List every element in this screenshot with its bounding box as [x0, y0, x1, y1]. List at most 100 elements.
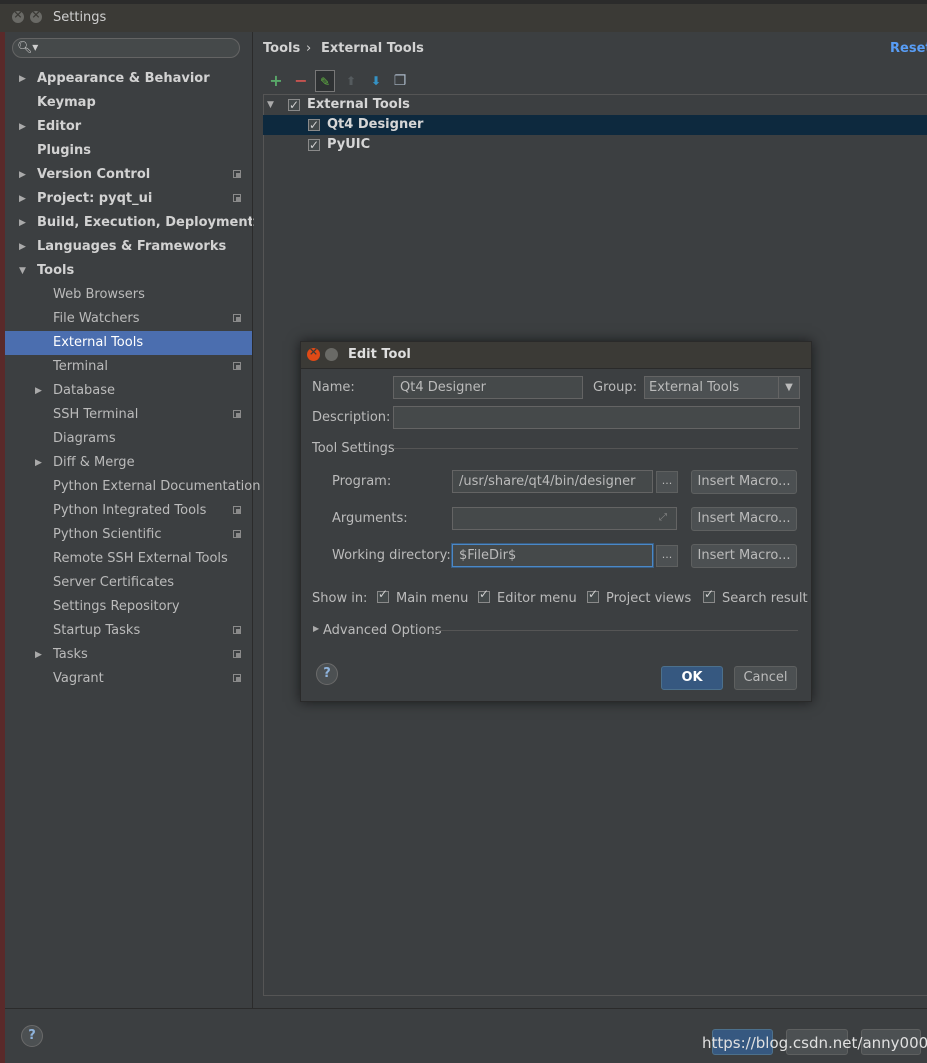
expand-down-icon[interactable]: ▼	[19, 259, 26, 283]
sidebar-item-label: Startup Tasks	[53, 623, 141, 638]
expand-right-icon[interactable]: ▶	[19, 115, 26, 139]
working-directory-browse-button[interactable]: ...	[656, 545, 678, 567]
sidebar-item[interactable]: ▶ Project: pyqt_ui	[5, 187, 252, 211]
dialog-close-icon[interactable]	[307, 345, 320, 361]
main-menu-checkbox[interactable]	[377, 587, 389, 603]
expand-right-icon[interactable]: ▶	[19, 187, 26, 211]
project-level-icon	[233, 530, 241, 538]
tree-item-row[interactable]: PyUIC	[263, 135, 927, 155]
ok-button[interactable]: OK	[661, 666, 723, 690]
copy-icon[interactable]: ❐	[390, 70, 410, 92]
close-icon[interactable]	[12, 8, 24, 23]
edit-icon[interactable]: ✎	[315, 70, 335, 92]
sidebar-item[interactable]: ▼ Tools	[5, 259, 252, 283]
group-select-value: External Tools	[649, 380, 740, 395]
program-insert-macro-button[interactable]: Insert Macro...	[691, 470, 797, 494]
program-input[interactable]: /usr/share/qt4/bin/designer	[452, 470, 653, 493]
expand-right-icon[interactable]: ▶	[35, 643, 42, 667]
sidebar-item-label: Keymap	[37, 95, 96, 110]
description-input[interactable]	[393, 406, 800, 429]
external-tools-toolbar: + − ✎ ⬆ ⬇ ❐	[264, 70, 927, 94]
edit-tool-dialog: Edit Tool Name: Qt4 Designer Group: Exte…	[300, 341, 812, 702]
sidebar-item[interactable]: External Tools	[5, 331, 252, 355]
expand-right-icon[interactable]: ▶	[19, 235, 26, 259]
sidebar-item[interactable]: Startup Tasks	[5, 619, 252, 643]
sidebar-item[interactable]: Vagrant	[5, 667, 252, 691]
sidebar-item[interactable]: Settings Repository	[5, 595, 252, 619]
sidebar-item[interactable]: Server Certificates	[5, 571, 252, 595]
sidebar-item[interactable]: ▶ Database	[5, 379, 252, 403]
watermark-text: https://blog.csdn.net/anny0001	[702, 1034, 927, 1052]
sidebar-item[interactable]: Keymap	[5, 91, 252, 115]
sidebar-item-label: Server Certificates	[53, 575, 175, 590]
working-directory-insert-macro-button[interactable]: Insert Macro...	[691, 544, 797, 568]
sidebar-item-label: Terminal	[53, 359, 108, 374]
project-views-checkbox[interactable]	[587, 587, 599, 603]
search-input[interactable]: 🔍︎▾	[12, 38, 240, 58]
expand-right-icon[interactable]: ▶	[19, 211, 26, 235]
tree-group-row[interactable]: ▼ External Tools	[263, 95, 927, 115]
editor-menu-checkbox[interactable]	[478, 587, 490, 603]
help-icon[interactable]: ?	[316, 663, 338, 685]
expand-right-icon[interactable]: ▶	[19, 67, 26, 91]
expand-down-icon[interactable]: ▼	[267, 95, 274, 115]
sidebar-item[interactable]: ▶ Languages & Frameworks	[5, 235, 252, 259]
breadcrumb-separator: ›	[306, 41, 312, 56]
sidebar-item[interactable]: Python Integrated Tools	[5, 499, 252, 523]
sidebar-item[interactable]: SSH Terminal	[5, 403, 252, 427]
sidebar-item[interactable]: Terminal	[5, 355, 252, 379]
sidebar-item[interactable]: Remote SSH External Tools	[5, 547, 252, 571]
name-input[interactable]: Qt4 Designer	[393, 376, 583, 399]
sidebar-item-label: Appearance & Behavior	[37, 71, 210, 86]
tool-settings-separator	[393, 448, 798, 449]
sidebar-item[interactable]: Python External Documentation	[5, 475, 260, 499]
show-in-label: Show in:	[312, 591, 368, 606]
sidebar-item[interactable]: Plugins	[5, 139, 252, 163]
tree-item-row[interactable]: Qt4 Designer	[263, 115, 927, 135]
sidebar-item[interactable]: ▶ Version Control	[5, 163, 252, 187]
minimize-icon[interactable]	[30, 8, 42, 23]
settings-help-icon[interactable]: ?	[21, 1025, 43, 1047]
sidebar-item[interactable]: ▶ Diff & Merge	[5, 451, 252, 475]
sidebar-item[interactable]: ▶ Build, Execution, Deployment	[5, 211, 254, 235]
expand-right-icon[interactable]: ▶	[35, 451, 42, 475]
expand-right-icon[interactable]: ▶	[19, 163, 26, 187]
sidebar-item[interactable]: ▶ Tasks	[5, 643, 252, 667]
add-icon[interactable]: +	[266, 70, 286, 92]
item-checkbox[interactable]	[308, 135, 320, 155]
arguments-label: Arguments:	[332, 511, 408, 526]
expand-right-icon[interactable]: ▶	[313, 624, 319, 633]
sidebar-item-label: Editor	[37, 119, 82, 134]
sidebar-item[interactable]: ▶ Appearance & Behavior	[5, 67, 252, 91]
search-result-checkbox[interactable]	[703, 587, 715, 603]
project-level-icon	[233, 650, 241, 658]
chevron-down-icon[interactable]: ▼	[778, 377, 799, 398]
move-up-icon[interactable]: ⬆	[341, 70, 361, 92]
expand-icon[interactable]: ⤢	[659, 513, 669, 523]
sidebar-item[interactable]: Web Browsers	[5, 283, 252, 307]
move-down-icon[interactable]: ⬇	[366, 70, 386, 92]
sidebar-item[interactable]: Diagrams	[5, 427, 252, 451]
breadcrumb-parent[interactable]: Tools	[263, 41, 300, 56]
name-label: Name:	[312, 380, 355, 395]
reset-link[interactable]: Reset	[890, 41, 927, 56]
dialog-minimize-icon[interactable]	[325, 348, 338, 361]
sidebar-item[interactable]: ▶ Editor	[5, 115, 252, 139]
sidebar-item-label: Project: pyqt_ui	[37, 191, 153, 206]
sidebar-item[interactable]: File Watchers	[5, 307, 252, 331]
cancel-button[interactable]: Cancel	[734, 666, 797, 690]
group-select[interactable]: External Tools ▼	[644, 376, 800, 399]
expand-right-icon[interactable]: ▶	[35, 379, 42, 403]
arguments-insert-macro-button[interactable]: Insert Macro...	[691, 507, 797, 531]
working-directory-input[interactable]: $FileDir$	[452, 544, 653, 567]
item-checkbox[interactable]	[308, 115, 320, 135]
remove-icon[interactable]: −	[291, 70, 311, 92]
arguments-input[interactable]	[452, 507, 677, 530]
sidebar-item-label: SSH Terminal	[53, 407, 139, 422]
sidebar-item[interactable]: Python Scientific	[5, 523, 252, 547]
project-level-icon	[233, 170, 241, 178]
sidebar-item-label: Python External Documentation	[53, 479, 261, 494]
advanced-options-toggle[interactable]: Advanced Options	[323, 623, 442, 638]
program-browse-button[interactable]: ...	[656, 471, 678, 493]
group-checkbox[interactable]	[288, 95, 300, 115]
